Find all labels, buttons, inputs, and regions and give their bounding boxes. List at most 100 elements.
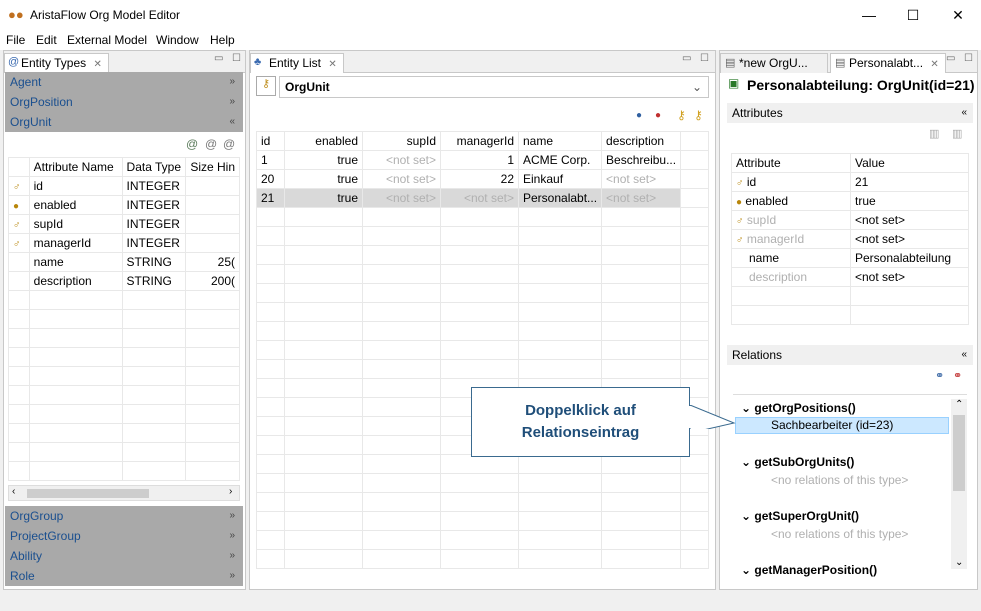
close-button[interactable]: ✕ (935, 0, 981, 30)
relations-header[interactable]: Relations « (727, 345, 973, 365)
scroll-thumb[interactable] (27, 489, 149, 498)
list-icon: ♣ (254, 56, 262, 68)
section-label: Agent (10, 75, 42, 89)
column-header[interactable]: description (601, 131, 682, 151)
entity-type-select[interactable]: OrgUnit ⌄ (279, 76, 709, 98)
maximize-icon[interactable]: ☐ (232, 53, 241, 64)
table-row[interactable]: description <not set> (731, 267, 969, 287)
scroll-up-icon[interactable]: ⌃ (955, 399, 963, 410)
menu-external-model[interactable]: External Model (67, 33, 147, 47)
menu-file[interactable]: File (6, 33, 25, 47)
expand-icon: » (229, 76, 235, 87)
column-header[interactable]: supId (362, 131, 441, 151)
scroll-right-icon[interactable]: › (229, 486, 232, 497)
section-projectgroup[interactable]: ProjectGroup » (5, 526, 243, 546)
section-ability[interactable]: Ability » (5, 546, 243, 566)
attribute-table: Attribute Name Data Type Size Hin ♂ id INT… (8, 157, 240, 481)
table-row[interactable]: ♂ supId <not set> (731, 210, 969, 230)
column-header[interactable]: Size Hin (185, 157, 240, 177)
minimize-button[interactable]: — (846, 0, 892, 30)
table-row[interactable]: ♂ supId INTEGER (8, 214, 240, 234)
menu-edit[interactable]: Edit (36, 33, 57, 47)
section-role[interactable]: Role » (5, 566, 243, 586)
scroll-down-icon[interactable]: ⌄ (955, 557, 963, 568)
vertical-scrollbar[interactable]: ⌃ ⌄ (951, 399, 967, 569)
column-header[interactable]: Value (850, 153, 969, 173)
column-header[interactable]: name (517, 131, 603, 151)
table-row[interactable]: description STRING 200( (8, 271, 240, 291)
import-icon[interactable]: ⚷ (677, 108, 686, 122)
chevron-down-icon: ⌄ (691, 80, 702, 94)
new-entity-icon[interactable]: ● (636, 110, 642, 121)
attributes-header[interactable]: Attributes « (727, 103, 973, 123)
tab-new-orgunit[interactable]: ▤ *new OrgU... (720, 53, 828, 73)
section-label: Attributes (732, 106, 783, 120)
menu-window[interactable]: Window (156, 33, 199, 47)
table-row-selected[interactable]: 21 true <not set> <not set> Personalabt.… (256, 188, 709, 208)
export-icon[interactable]: ⚷ (694, 108, 703, 122)
relation-group[interactable]: ⌄ getSubOrgUnits() (741, 455, 854, 469)
expand-icon: » (229, 530, 235, 541)
table-row[interactable]: ♂ id 21 (731, 172, 969, 192)
section-orggroup[interactable]: OrgGroup » (5, 506, 243, 526)
table-row[interactable]: ♂ id INTEGER (8, 176, 240, 196)
expand-icon: » (229, 550, 235, 561)
minimize-icon[interactable]: ▭ (682, 53, 691, 64)
menu-bar: File Edit External Model Window Help (0, 30, 981, 50)
revert-icon[interactable]: ▥ (952, 127, 962, 140)
close-icon[interactable]: ✕ (94, 59, 102, 70)
editor-icon: ▤ (725, 57, 736, 69)
delete-entity-icon[interactable]: ● (655, 110, 661, 121)
maximize-icon[interactable]: ☐ (964, 53, 973, 64)
delete-attribute-icon[interactable]: @ (223, 137, 235, 151)
maximize-button[interactable]: ☐ (890, 0, 936, 30)
foreign-key-icon: ♂ (736, 216, 744, 227)
column-header[interactable]: Attribute (731, 153, 851, 173)
section-agent[interactable]: Agent » (5, 72, 243, 92)
field-icon: ● (13, 201, 20, 212)
save-icon[interactable]: ▥ (929, 127, 939, 140)
table-row[interactable]: 1 true <not set> 1 ACME Corp. Beschreibu… (256, 150, 709, 170)
table-row[interactable]: 20 true <not set> 22 Einkauf <not set> (256, 169, 709, 189)
minimize-icon[interactable]: ▭ (946, 53, 955, 64)
menu-help[interactable]: Help (210, 33, 235, 47)
column-header[interactable]: Attribute Name (28, 157, 123, 177)
tab-entity-list[interactable]: ♣ Entity List ✕ (250, 53, 344, 73)
table-row[interactable]: name Personalabteilung (731, 248, 969, 268)
minimize-icon[interactable]: ▭ (214, 53, 223, 64)
table-row[interactable]: ● enabled true (731, 191, 969, 211)
collapse-icon: « (961, 349, 967, 360)
scroll-thumb[interactable] (953, 415, 965, 491)
remove-relation-icon[interactable]: ⚭ (953, 369, 962, 382)
table-row[interactable]: ♂ managerId INTEGER (8, 233, 240, 253)
section-orgposition[interactable]: OrgPosition » (5, 92, 243, 112)
tab-personalabteilung[interactable]: ▤ Personalabt... ✕ (830, 53, 946, 73)
relation-entry-selected[interactable]: Sachbearbeiter (id=23) (735, 417, 949, 434)
column-header[interactable]: enabled (284, 131, 363, 151)
add-attribute-icon[interactable]: @ (186, 137, 198, 151)
app-icon: ●● (8, 7, 24, 22)
table-row[interactable]: ● enabled INTEGER (8, 195, 240, 215)
edit-attribute-icon[interactable]: @ (205, 137, 217, 151)
table-row[interactable]: name STRING 25( (8, 252, 240, 272)
section-orgunit[interactable]: OrgUnit « (5, 112, 243, 132)
maximize-icon[interactable]: ☐ (700, 53, 709, 64)
detail-heading: Personalabteilung: OrgUnit(id=21) (747, 77, 975, 93)
callout-line: Relationseintrag (521, 424, 640, 441)
close-icon[interactable]: ✕ (930, 59, 938, 70)
relation-group[interactable]: ⌄ getManagerPosition() (741, 563, 877, 577)
expand-icon: » (229, 510, 235, 521)
column-header[interactable]: id (256, 131, 285, 151)
relation-group[interactable]: ⌄ getSuperOrgUnit() (741, 509, 859, 523)
tab-entity-types[interactable]: @ Entity Types ✕ (4, 53, 109, 73)
section-label: Ability (10, 549, 43, 563)
horizontal-scrollbar[interactable]: ‹ › (8, 485, 240, 501)
close-icon[interactable]: ✕ (328, 59, 336, 70)
table-row[interactable]: ♂ managerId <not set> (731, 229, 969, 249)
column-header[interactable]: Data Type (121, 157, 187, 177)
add-relation-icon[interactable]: ⚭ (935, 369, 944, 382)
relation-group[interactable]: ⌄ getOrgPositions() (741, 401, 856, 415)
scroll-left-icon[interactable]: ‹ (12, 486, 15, 497)
section-label: OrgGroup (10, 509, 64, 523)
column-header[interactable]: managerId (440, 131, 519, 151)
